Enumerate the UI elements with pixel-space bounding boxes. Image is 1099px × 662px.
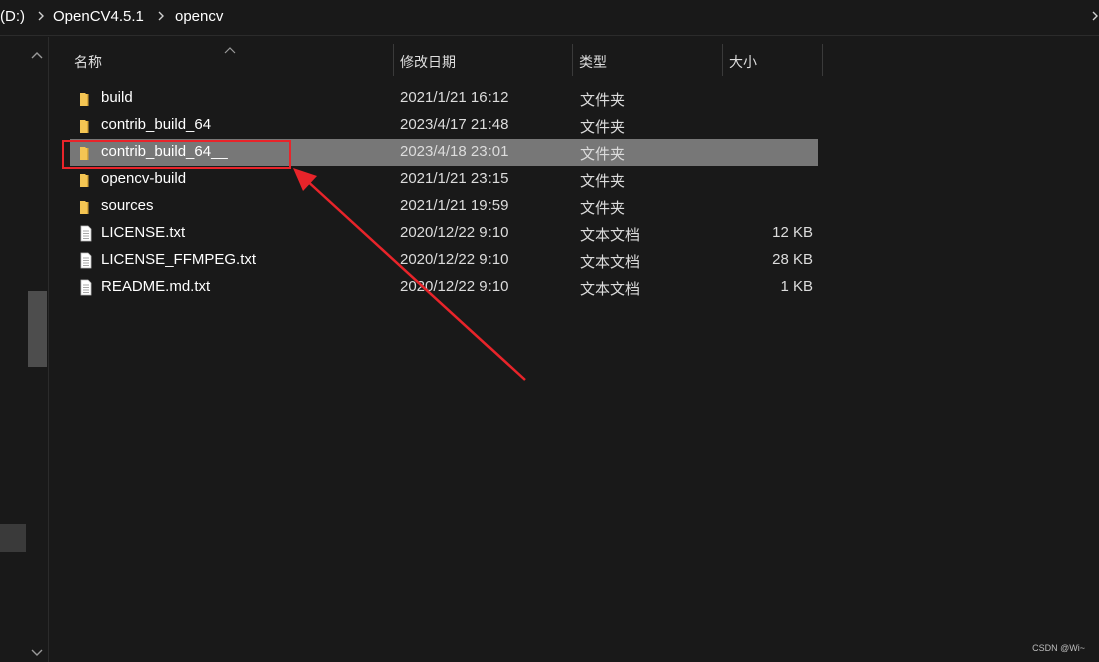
file-name: LICENSE_FFMPEG.txt xyxy=(101,251,257,268)
chevron-right-icon[interactable] xyxy=(1090,9,1099,23)
column-header-type[interactable]: 类型 xyxy=(573,44,722,76)
file-name: LICENSE.txt xyxy=(101,224,186,241)
file-date: 2020/12/22 9:10 xyxy=(400,224,509,241)
nav-scrollbar-thumb[interactable] xyxy=(28,291,47,367)
column-header-date[interactable]: 修改日期 xyxy=(394,44,572,76)
breadcrumb-drive[interactable]: (D:) xyxy=(0,8,25,25)
file-type: 文件夹 xyxy=(580,200,626,217)
folder-icon xyxy=(78,198,94,215)
chevron-right-icon[interactable] xyxy=(156,9,166,23)
file-row[interactable]: LICENSE.txt 2020/12/22 9:10 文本文档 12 KB xyxy=(70,220,818,247)
address-bar[interactable]: (D:) OpenCV4.5.1 opencv xyxy=(0,0,1099,36)
file-row[interactable]: build 2021/1/21 16:12 文件夹 xyxy=(70,85,818,112)
folder-icon xyxy=(78,90,94,107)
file-date: 2021/1/21 23:15 xyxy=(400,170,509,187)
file-name: build xyxy=(101,89,133,106)
breadcrumb-folder-opencv[interactable]: opencv xyxy=(175,8,223,25)
file-date: 2023/4/17 21:48 xyxy=(400,116,509,133)
file-size: 1 KB xyxy=(780,278,813,295)
watermark: CSDN @Wi~ xyxy=(1032,643,1085,653)
file-date: 2021/1/21 19:59 xyxy=(400,197,509,214)
column-header-size-label: 大小 xyxy=(729,54,757,70)
folder-icon xyxy=(78,171,94,188)
column-header-name-label: 名称 xyxy=(74,54,102,70)
file-date: 2021/1/21 16:12 xyxy=(400,89,509,106)
file-type: 文件夹 xyxy=(580,146,626,163)
breadcrumb-folder-opencv451[interactable]: OpenCV4.5.1 xyxy=(53,8,144,25)
column-header-name[interactable]: 名称 xyxy=(70,44,393,76)
file-type: 文本文档 xyxy=(580,227,641,244)
file-type: 文件夹 xyxy=(580,92,626,109)
folder-icon xyxy=(78,117,94,134)
file-size: 12 KB xyxy=(772,224,813,241)
file-date: 2023/4/18 23:01 xyxy=(400,143,509,160)
text-file-icon xyxy=(78,279,94,296)
column-header-date-label: 修改日期 xyxy=(400,54,456,70)
file-type: 文件夹 xyxy=(580,119,626,136)
file-row[interactable]: sources 2021/1/21 19:59 文件夹 xyxy=(70,193,818,220)
file-name: contrib_build_64 xyxy=(101,116,212,133)
file-row[interactable]: opencv-build 2021/1/21 23:15 文件夹 xyxy=(70,166,818,193)
chevron-right-icon[interactable] xyxy=(36,9,46,23)
file-name: sources xyxy=(101,197,154,214)
file-row[interactable]: LICENSE_FFMPEG.txt 2020/12/22 9:10 文本文档 … xyxy=(70,247,818,274)
file-row[interactable]: contrib_build_64 2023/4/17 21:48 文件夹 xyxy=(70,112,818,139)
column-header-size[interactable]: 大小 xyxy=(723,44,822,76)
file-type: 文本文档 xyxy=(580,281,641,298)
file-row[interactable]: README.md.txt 2020/12/22 9:10 文本文档 1 KB xyxy=(70,274,818,301)
text-file-icon xyxy=(78,225,94,242)
column-header-type-label: 类型 xyxy=(579,54,607,70)
file-type: 文件夹 xyxy=(580,173,626,190)
scroll-down-arrow-icon[interactable] xyxy=(30,645,44,656)
nav-selected-item[interactable] xyxy=(0,524,26,552)
file-date: 2020/12/22 9:10 xyxy=(400,251,509,268)
file-name: README.md.txt xyxy=(101,278,211,295)
navigation-pane[interactable] xyxy=(0,37,49,662)
file-date: 2020/12/22 9:10 xyxy=(400,278,509,295)
file-size: 28 KB xyxy=(772,251,813,268)
annotation-highlight-box xyxy=(62,140,291,169)
scroll-up-arrow-icon[interactable] xyxy=(30,47,44,59)
text-file-icon xyxy=(78,252,94,269)
column-divider[interactable] xyxy=(822,44,823,76)
file-type: 文本文档 xyxy=(580,254,641,271)
file-name: opencv-build xyxy=(101,170,187,187)
